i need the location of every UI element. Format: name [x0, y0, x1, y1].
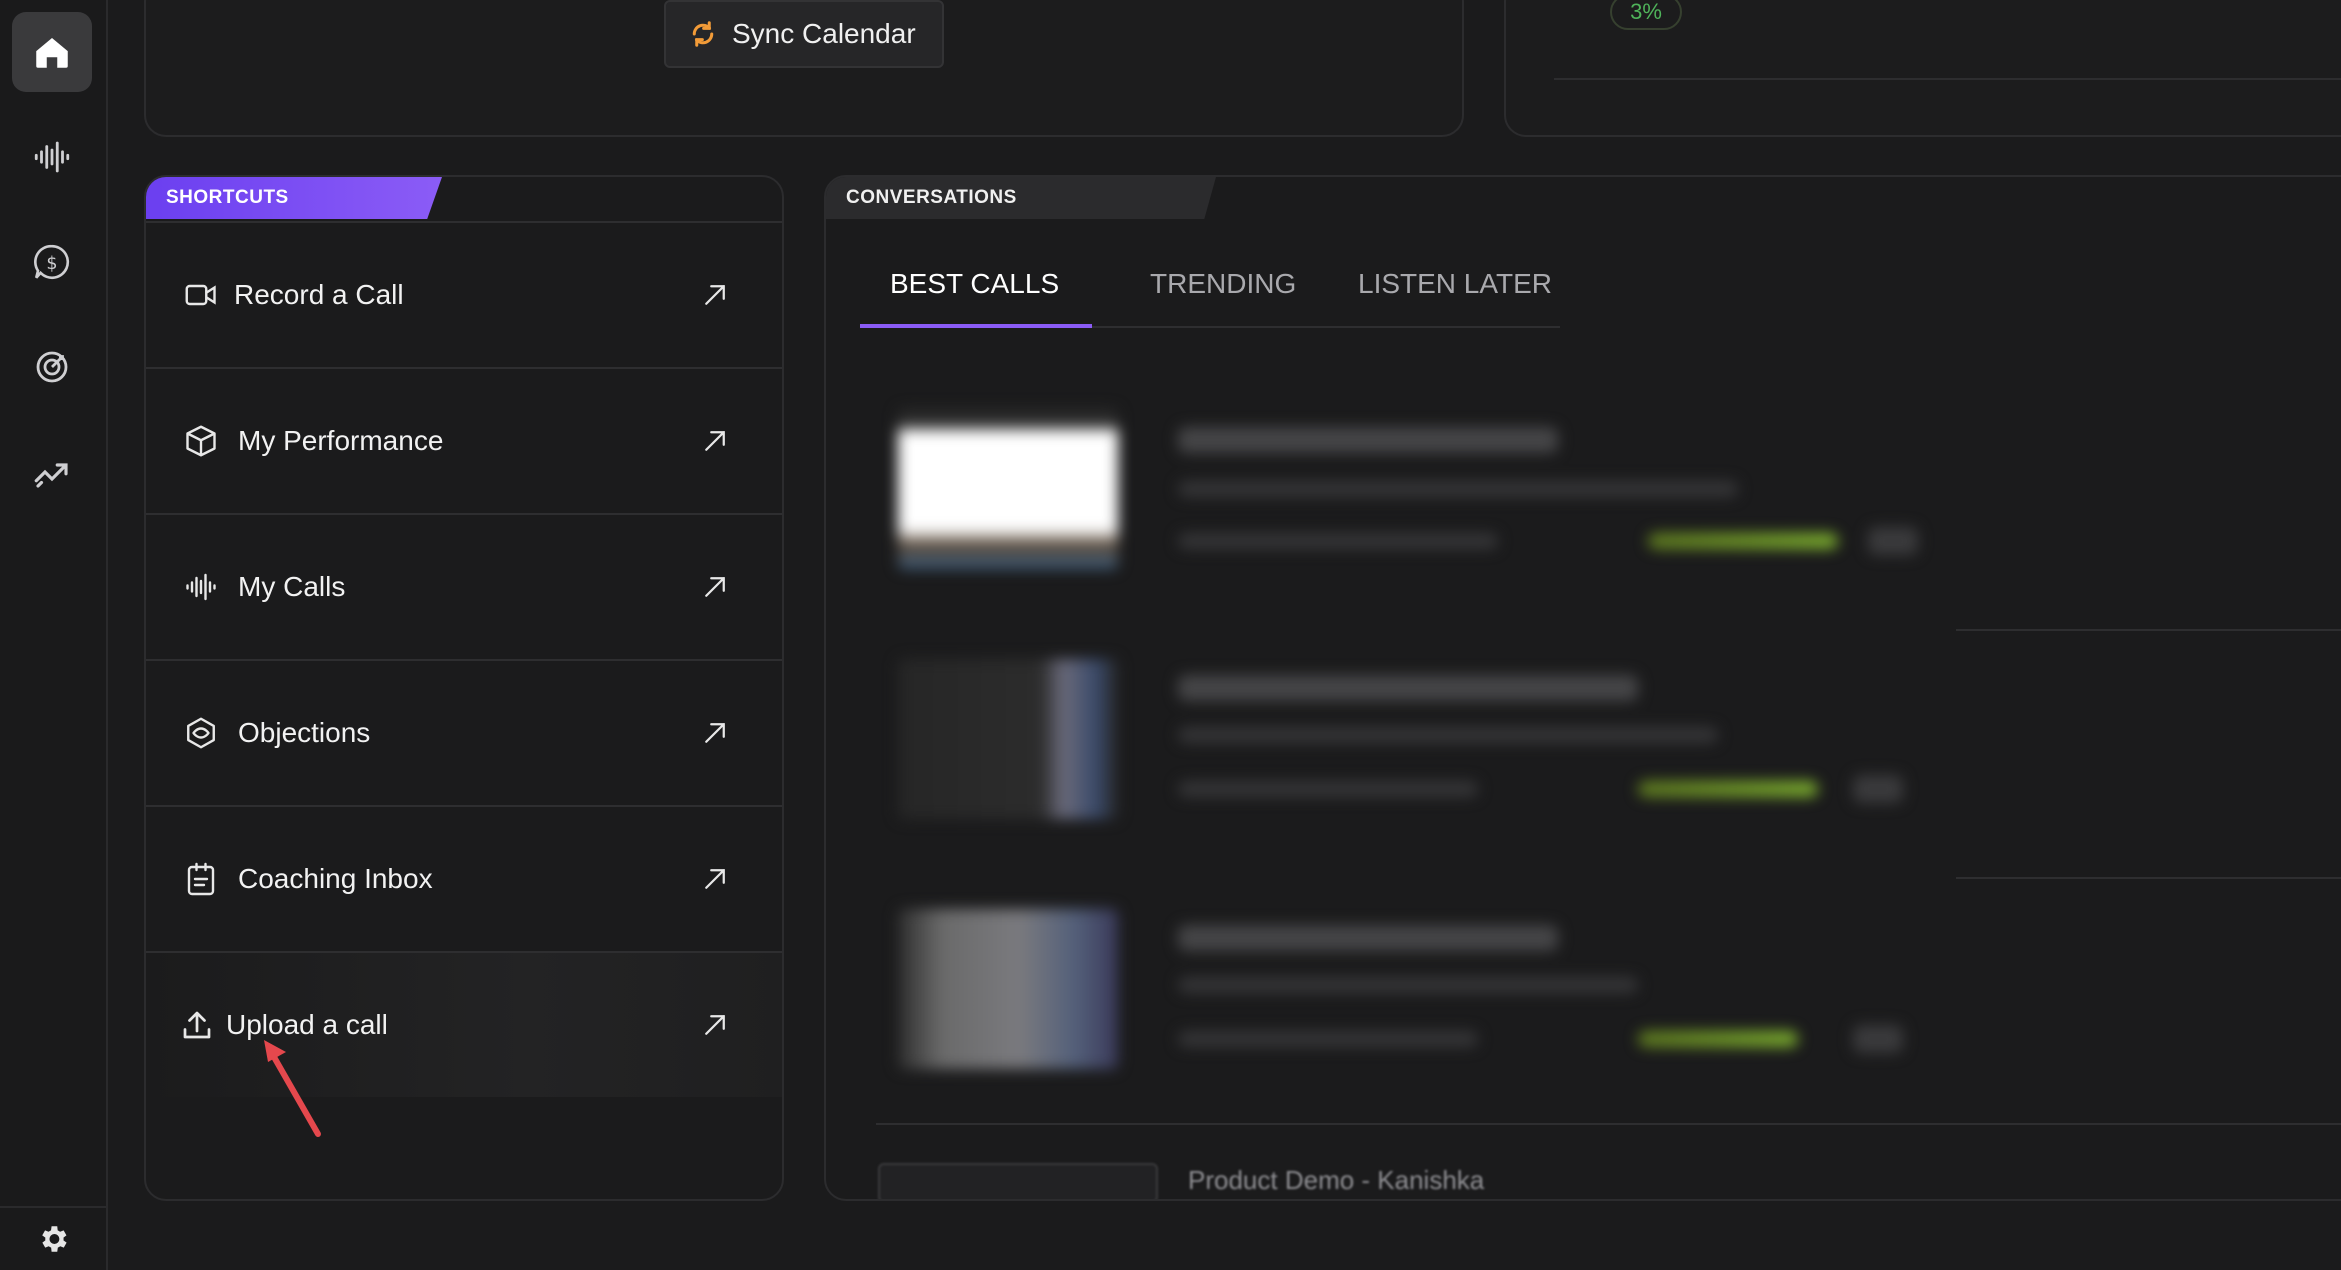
sync-icon [692, 21, 714, 47]
sync-calendar-button[interactable]: Sync Calendar [664, 0, 944, 68]
sidebar: $ [0, 0, 108, 1270]
conversations-panel: CONVERSATIONS BEST CALLS TRENDING LISTEN… [824, 175, 2341, 1201]
call-title-placeholder [1178, 675, 1638, 701]
call-info-placeholder [1178, 1031, 1478, 1047]
waveform-icon [34, 141, 70, 173]
call-title: Product Demo - Kanishka [1188, 1165, 1485, 1195]
list-item[interactable]: Product Demo - Kanishka [878, 1163, 2341, 1199]
call-meta-placeholder [1178, 977, 1638, 993]
svg-text:$: $ [46, 254, 57, 274]
tab-trending[interactable]: TRENDING [1150, 262, 1296, 328]
tab-label: BEST CALLS [890, 268, 1060, 299]
sidebar-settings[interactable] [0, 1206, 106, 1270]
call-info-placeholder [1178, 781, 1478, 797]
score-bar [1648, 533, 1838, 549]
video-camera-icon [182, 276, 220, 314]
active-tab-underline [860, 324, 1092, 328]
shortcuts-panel: SHORTCUTS Record a Call My Performance M… [144, 175, 784, 1201]
upload-icon [178, 1006, 216, 1044]
score-chip [1868, 527, 1918, 555]
arrow-up-right-icon [705, 869, 725, 889]
shortcut-my-calls[interactable]: My Calls [146, 513, 782, 659]
row-divider [1956, 629, 2341, 631]
score-bar [1638, 781, 1818, 797]
percent-badge: 3% [1610, 0, 1682, 30]
tab-label: LISTEN LATER [1358, 268, 1552, 299]
shortcut-label: My Performance [238, 425, 444, 456]
call-info-placeholder [1178, 533, 1498, 549]
call-thumbnail [898, 659, 1118, 819]
row-divider [876, 1123, 2341, 1125]
score-chip [1853, 1025, 1903, 1053]
conversations-tag: CONVERSATIONS [826, 177, 1216, 219]
call-thumbnail [878, 1163, 1158, 1199]
call-title-placeholder [1178, 427, 1558, 453]
sidebar-item-analytics[interactable] [12, 432, 92, 512]
score-chip [1853, 775, 1903, 803]
app-root: $ Sync Calendar 3% SHORTCUTS Record a Ca… [0, 0, 2341, 1270]
settings-gear-icon [42, 1226, 67, 1252]
cube-icon [182, 422, 220, 460]
call-thumbnail [898, 409, 1118, 569]
shortcut-my-performance[interactable]: My Performance [146, 367, 782, 513]
waveform-icon [182, 568, 220, 606]
shortcut-label: Coaching Inbox [238, 863, 433, 894]
arrow-up-right-icon [705, 431, 725, 451]
list-item[interactable] [878, 897, 2341, 1117]
call-meta-placeholder [1178, 727, 1718, 743]
shortcut-upload-call[interactable]: Upload a call [146, 951, 782, 1097]
shortcut-label: My Calls [238, 571, 346, 602]
tab-best-calls[interactable]: BEST CALLS [890, 262, 1059, 328]
shortcut-label: Objections [238, 717, 371, 748]
clipboard-icon [182, 860, 220, 898]
shortcut-label: Record a Call [234, 279, 404, 310]
annotation-arrow-icon [264, 1040, 321, 1137]
call-thumbnail [898, 909, 1118, 1069]
stats-divider [1554, 78, 2341, 80]
list-item[interactable] [878, 397, 2341, 617]
tab-listen-later[interactable]: LISTEN LATER [1358, 262, 1552, 328]
shortcut-objections[interactable]: Objections [146, 659, 782, 805]
row-divider [1956, 877, 2341, 879]
conversation-tabs: BEST CALLS TRENDING LISTEN LATER [860, 262, 1560, 328]
score-bar [1638, 1031, 1798, 1047]
arrow-up-right-icon [705, 1015, 725, 1035]
arrow-up-right-icon [705, 577, 725, 597]
target-icon [36, 351, 68, 383]
sidebar-item-goals[interactable] [12, 327, 92, 407]
hexagon-eye-icon [182, 714, 220, 752]
shortcut-record-call[interactable]: Record a Call [146, 221, 782, 367]
list-item[interactable] [878, 647, 2341, 867]
sidebar-item-deals[interactable]: $ [12, 222, 92, 302]
arrow-up-right-icon [705, 723, 725, 743]
sync-calendar-label: Sync Calendar [732, 18, 916, 49]
call-meta-placeholder [1178, 481, 1738, 497]
tab-label: TRENDING [1150, 268, 1297, 299]
home-icon [36, 38, 68, 68]
call-title-placeholder [1178, 925, 1558, 951]
shortcuts-tag: SHORTCUTS [146, 177, 442, 219]
shortcut-coaching-inbox[interactable]: Coaching Inbox [146, 805, 782, 951]
analytics-icon [34, 463, 68, 488]
sidebar-item-calls[interactable] [12, 117, 92, 197]
arrow-up-right-icon [705, 285, 725, 305]
sidebar-item-home[interactable] [12, 12, 92, 92]
deal-chat-icon: $ [34, 244, 70, 280]
